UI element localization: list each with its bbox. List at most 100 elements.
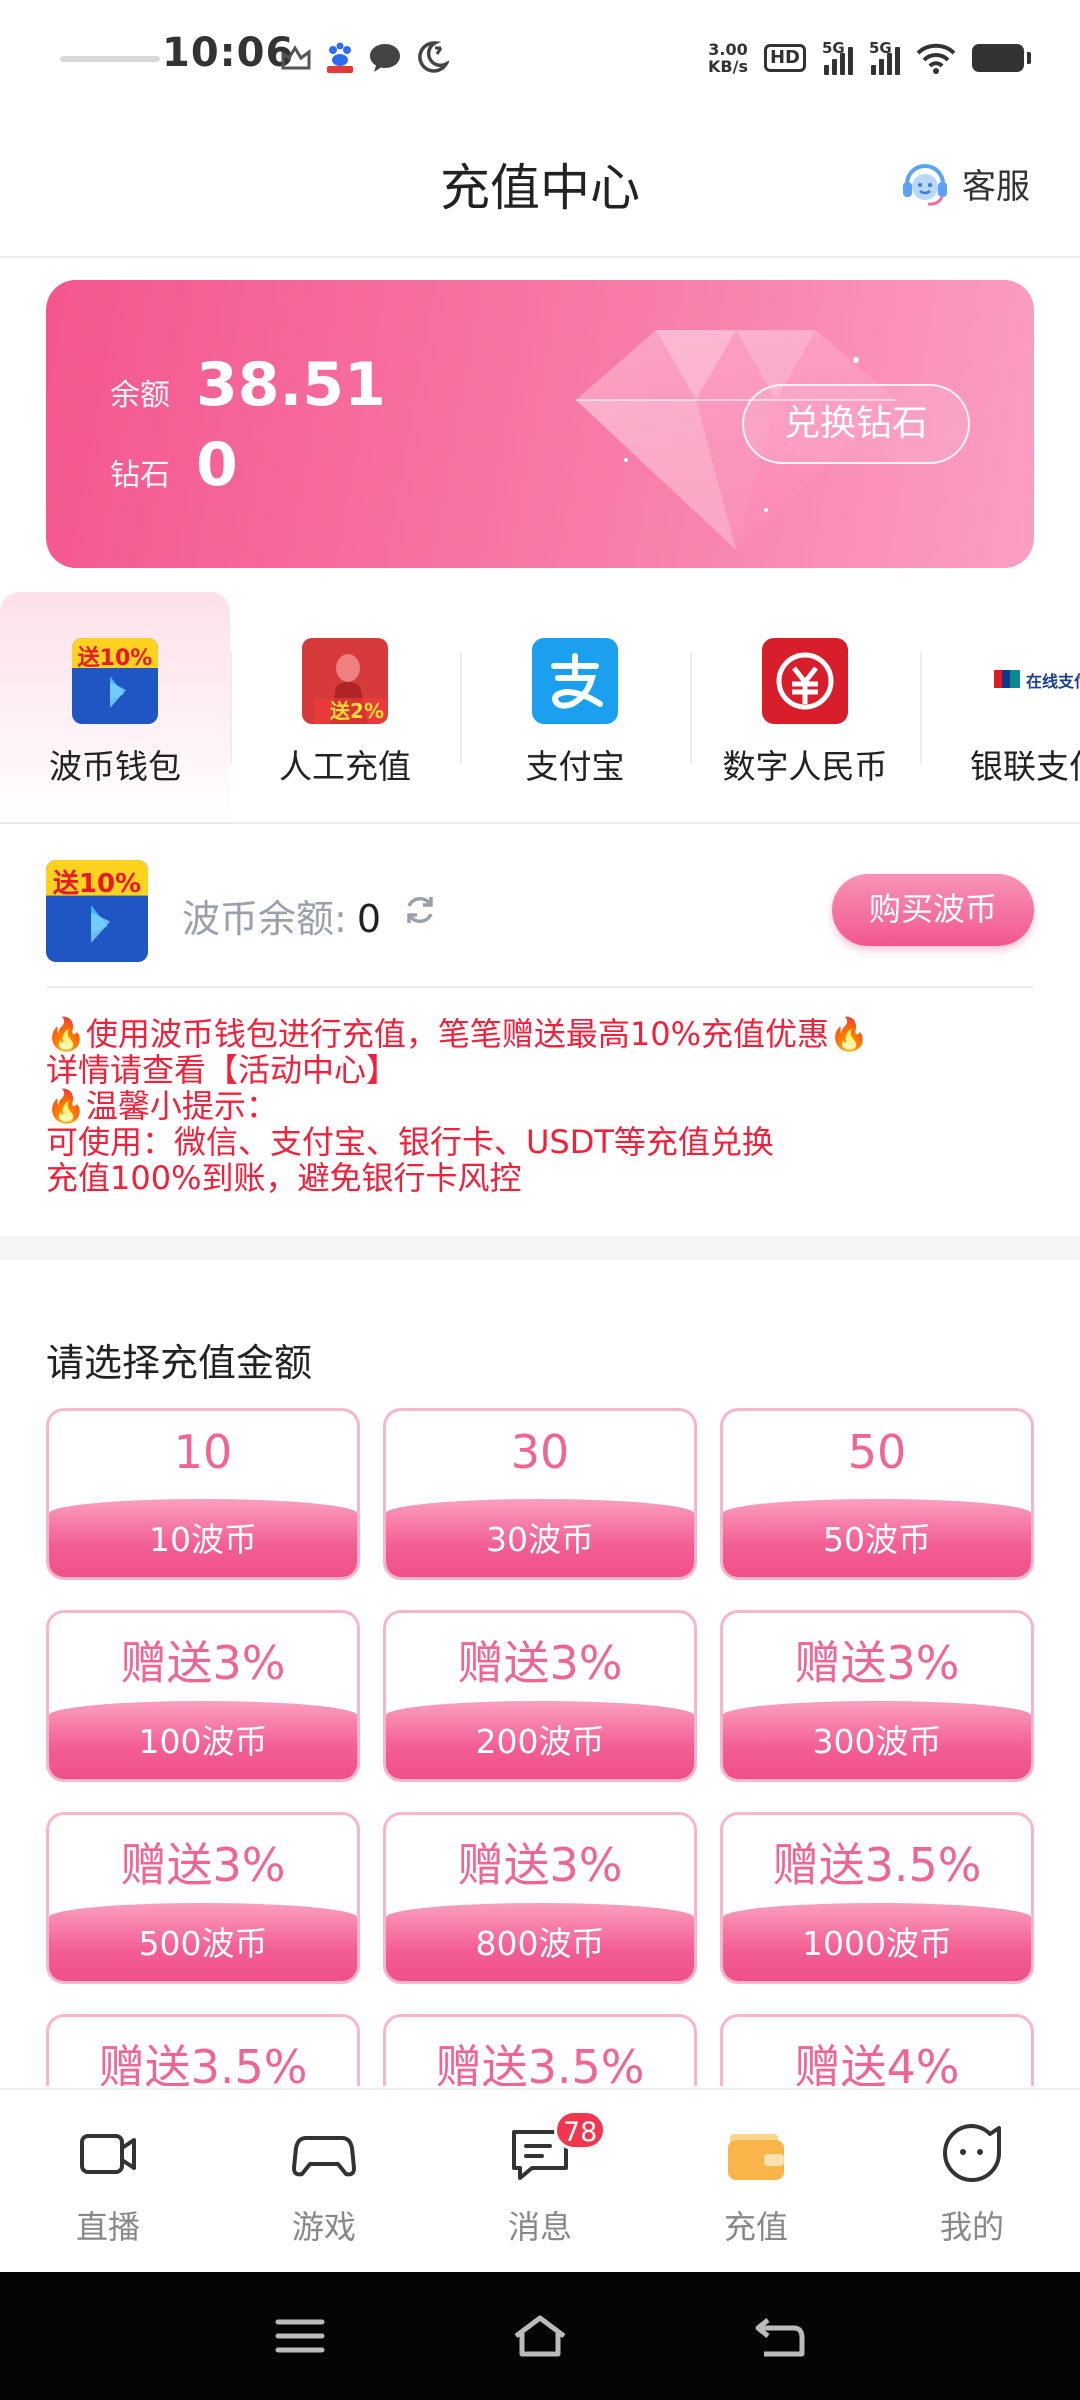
amount-option-top: 赠送3.5%	[98, 2040, 308, 2086]
diamond-row: 钻石 0	[110, 430, 238, 500]
unionpay-icon: 在线支付	[992, 638, 1080, 724]
bottom-tab-bar: 直播 游戏 78 消息 充值 我的	[0, 2088, 1080, 2272]
amount-option-bottom: 50波币	[723, 1499, 1031, 1577]
bobi-wallet-row: 送10% 波币余额: 0 购买波币	[0, 826, 1080, 986]
payment-method-tabs: 送10% 波币钱包 送2% 人工充值 支付宝 数字人民币 在线支付 银联支付	[0, 592, 1080, 824]
gamepad-icon	[292, 2136, 356, 2177]
net-speed-unit: KB/s	[708, 57, 748, 76]
moon-icon	[412, 40, 452, 74]
bobi-wallet-icon: 送10%	[72, 638, 158, 724]
amount-option-top: 50	[847, 1425, 907, 1479]
chat-bubble-icon	[366, 40, 404, 74]
page-header: 充值中心 客服	[0, 118, 1080, 258]
refresh-icon[interactable]	[402, 892, 438, 928]
amount-option-top: 赠送3.5%	[772, 1838, 982, 1892]
payment-method-label: 人工充值	[279, 747, 411, 786]
amount-option[interactable]: 赠送4%	[720, 2014, 1034, 2086]
amount-option-bottom: 10波币	[49, 1499, 357, 1577]
tab-recharge[interactable]: 充值	[648, 2090, 864, 2274]
unread-badge: 78	[554, 2110, 607, 2150]
tab-live[interactable]: 直播	[0, 2090, 216, 2274]
sim2-label: 5G	[869, 39, 892, 57]
wifi-icon	[916, 43, 956, 74]
tab-games[interactable]: 游戏	[216, 2090, 432, 2274]
customer-service-label: 客服	[962, 166, 1030, 207]
amount-grid: 10 10波币 30 30波币 50 50波币 赠送3% 100波币 赠送3% 200波币…	[46, 1408, 1034, 2086]
tab-label: 充值	[723, 2208, 788, 2246]
balance-value: 38.51	[196, 350, 386, 420]
amount-option[interactable]: 50 50波币	[720, 1408, 1034, 1580]
bobi-wallet-badge: 送10%	[77, 646, 153, 671]
status-time: 10:06	[162, 30, 295, 76]
recharge-notice: 🔥使用波币钱包进行充值，笔笔赠送最高10%充值优惠🔥 详情请查看【活动中心】 🔥…	[46, 1016, 1034, 1196]
baidu-icon	[322, 40, 358, 74]
tab-label: 消息	[507, 2208, 572, 2246]
payment-method-label: 银联支付	[970, 747, 1080, 786]
bobi-balance-value: 0	[356, 897, 381, 941]
balance-label: 余额	[110, 378, 170, 413]
tab-label: 游戏	[291, 2208, 356, 2246]
amount-option[interactable]: 赠送3% 200波币	[383, 1610, 697, 1782]
section-separator	[0, 1236, 1080, 1260]
amount-option-top: 赠送3%	[120, 1636, 286, 1690]
amount-option-bottom: 800波币	[386, 1903, 694, 1981]
payment-method-unionpay[interactable]: 在线支付 银联支付	[920, 592, 1080, 822]
payment-method-label: 波币钱包	[49, 747, 181, 786]
amount-option[interactable]: 赠送3% 800波币	[383, 1812, 697, 1984]
system-nav-bar	[0, 2272, 1080, 2400]
amount-option-top: 赠送3%	[457, 1636, 623, 1690]
smiley-icon	[943, 2124, 1001, 2182]
gesture-line	[60, 56, 160, 62]
payment-method-digital-rmb[interactable]: 数字人民币	[690, 592, 920, 822]
headset-icon	[903, 164, 947, 206]
amount-option[interactable]: 赠送3% 100波币	[46, 1610, 360, 1782]
diamond-label: 钻石	[110, 458, 170, 493]
amount-section-title: 请选择充值金额	[46, 1341, 313, 1385]
wallet-icon-badge: 送10%	[52, 869, 142, 899]
unionpay-logo-text: 在线支付	[1026, 672, 1080, 691]
payment-method-manual[interactable]: 送2% 人工充值	[230, 592, 460, 822]
notice-line: 可使用：微信、支付宝、银行卡、USDT等充值兑换	[46, 1123, 774, 1161]
amount-option[interactable]: 赠送3.5%	[383, 2014, 697, 2086]
amount-option-top: 赠送4%	[794, 2040, 960, 2086]
tab-messages[interactable]: 78 消息	[432, 2090, 648, 2274]
signal-icon-2: 5G	[869, 39, 900, 75]
video-camera-icon	[80, 2134, 136, 2174]
signal-icon: 5G	[822, 39, 853, 75]
amount-option[interactable]: 30 30波币	[383, 1408, 697, 1580]
menu-icon[interactable]	[270, 2310, 330, 2362]
payment-method-bobi-wallet[interactable]: 送10% 波币钱包	[0, 592, 230, 822]
diamond-value: 0	[196, 430, 238, 500]
payment-method-alipay[interactable]: 支付宝	[460, 592, 690, 822]
buy-bobi-button[interactable]: 购买波币	[832, 874, 1034, 946]
sim1-label: 5G	[822, 39, 845, 57]
tab-label: 直播	[75, 2208, 140, 2246]
amount-option[interactable]: 赠送3% 500波币	[46, 1812, 360, 1984]
manual-recharge-badge: 送2%	[330, 699, 384, 723]
tab-label: 我的	[939, 2208, 1004, 2246]
exchange-diamond-button[interactable]: 兑换钻石	[742, 384, 970, 464]
amount-option-top: 10	[173, 1425, 233, 1479]
amount-option-bottom: 200波币	[386, 1701, 694, 1779]
wallet-icon	[728, 2134, 784, 2180]
amount-option-top: 30	[510, 1425, 570, 1479]
alipay-icon	[532, 638, 618, 724]
amount-option-bottom: 100波币	[49, 1701, 357, 1779]
tab-me[interactable]: 我的	[864, 2090, 1080, 2274]
amount-option[interactable]: 10 10波币	[46, 1408, 360, 1580]
customer-service-button[interactable]: 客服	[898, 156, 1030, 210]
amount-option[interactable]: 赠送3% 300波币	[720, 1610, 1034, 1782]
home-icon[interactable]	[510, 2310, 570, 2362]
amount-option[interactable]: 赠送3.5% 1000波币	[720, 1812, 1034, 1984]
amount-option-top: 赠送3%	[120, 1838, 286, 1892]
amount-option[interactable]: 赠送3.5%	[46, 2014, 360, 2086]
cat-notification-icon	[278, 40, 314, 74]
digital-rmb-icon	[762, 638, 848, 724]
notice-line: 🔥使用波币钱包进行充值，笔笔赠送最高10%充值优惠🔥	[46, 1015, 869, 1053]
back-icon[interactable]	[750, 2310, 810, 2362]
amount-option-bottom: 30波币	[386, 1499, 694, 1577]
amount-option-top: 赠送3%	[457, 1838, 623, 1892]
hd-icon: HD	[763, 44, 806, 72]
notice-line: 详情请查看【活动中心】	[46, 1051, 399, 1089]
bobi-balance-label: 波币余额:	[182, 897, 347, 941]
